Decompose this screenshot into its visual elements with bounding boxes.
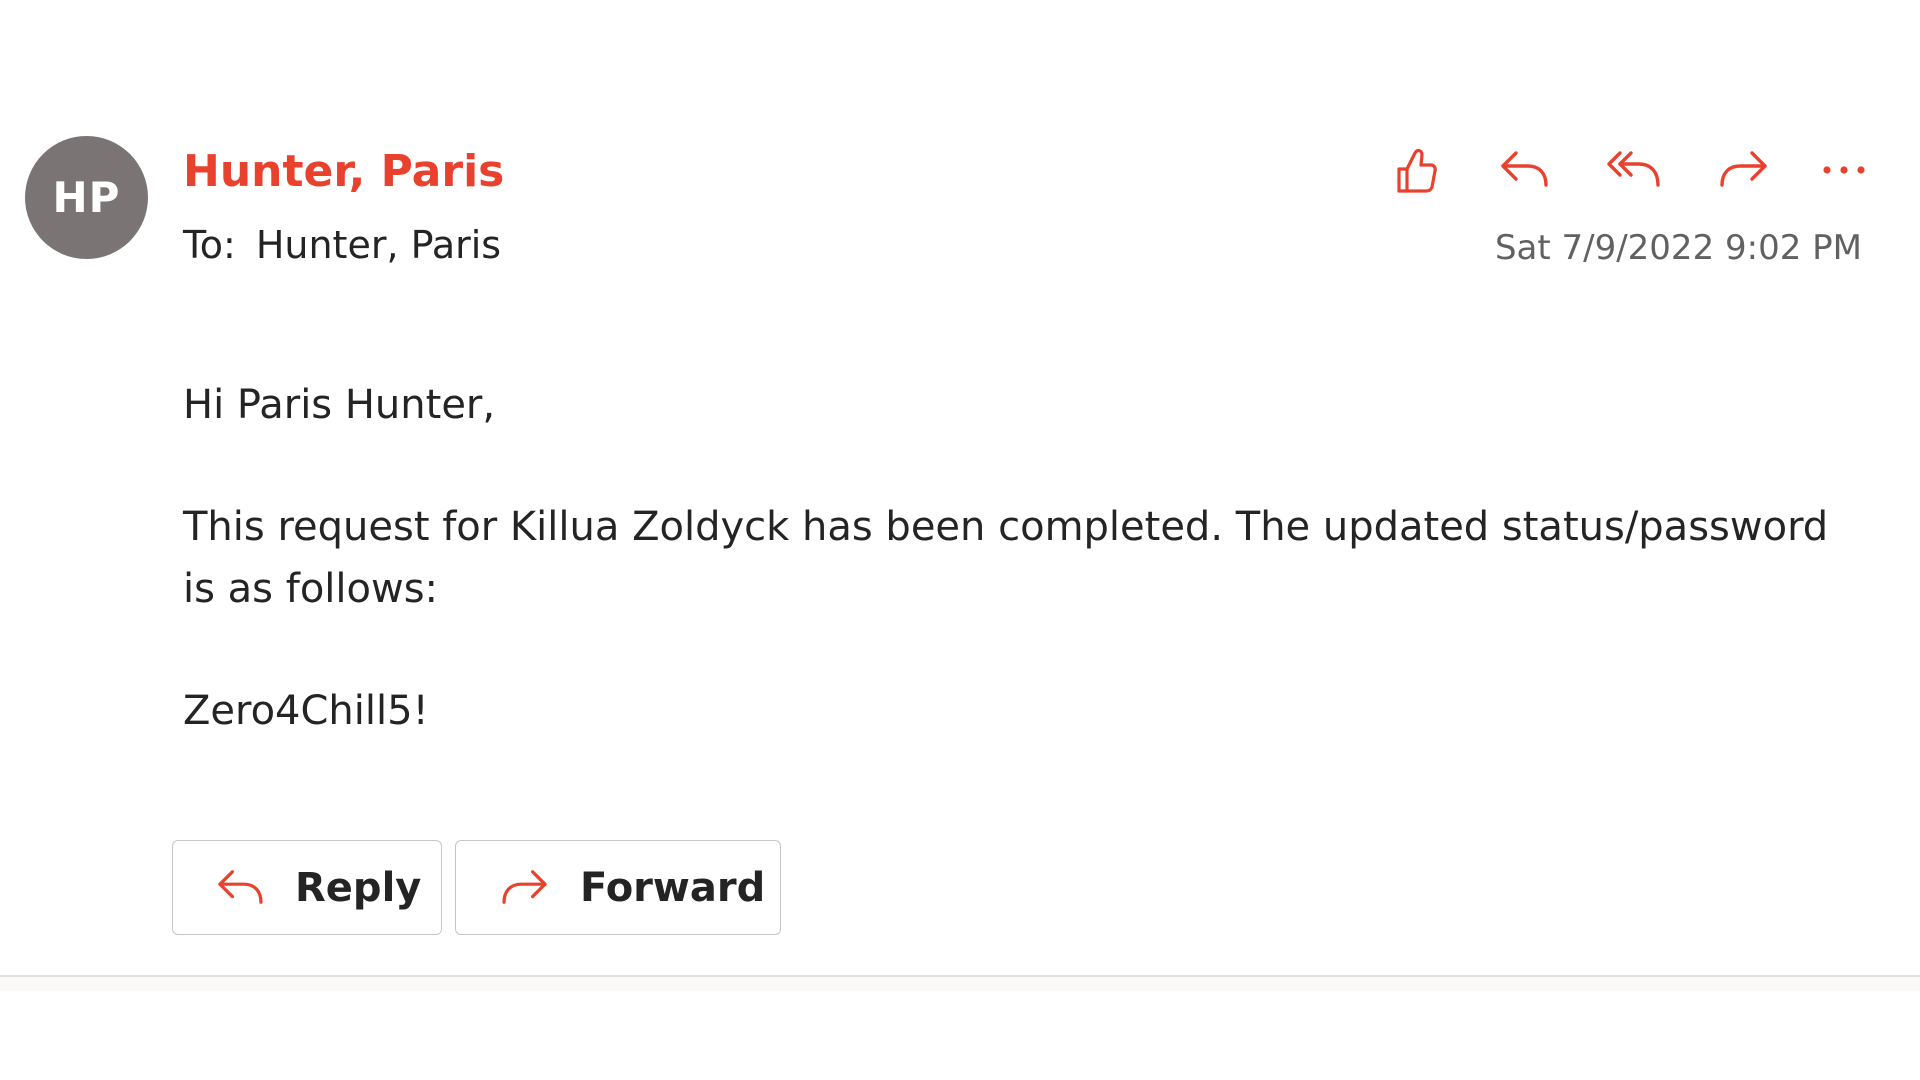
recipient-name[interactable]: Hunter, Paris: [256, 223, 501, 267]
forward-icon: [1720, 151, 1767, 187]
more-options-button[interactable]: [1808, 140, 1880, 200]
password-text: Zero4Chill5!: [183, 688, 429, 734]
forward-button[interactable]: [1708, 140, 1780, 200]
like-icon: [1397, 148, 1437, 193]
reply-label: Reply: [295, 864, 422, 911]
recipient-line: To: Hunter, Paris: [183, 222, 501, 268]
reply-all-icon: [1607, 151, 1660, 187]
message-actions-toolbar: [1360, 140, 1880, 200]
reply-icon: [218, 869, 263, 904]
message-timestamp: Sat 7/9/2022 9:02 PM: [1494, 228, 1862, 268]
body-paragraph: This request for Killua Zoldyck has been…: [183, 504, 1829, 612]
message-divider: [0, 975, 1920, 991]
to-label: To:: [183, 223, 236, 267]
reply-all-button[interactable]: [1598, 140, 1670, 200]
footer-forward-button[interactable]: Forward: [455, 840, 781, 935]
reply-button[interactable]: [1488, 140, 1560, 200]
sender-name[interactable]: Hunter, Paris: [183, 146, 504, 198]
footer-reply-button[interactable]: Reply: [172, 840, 442, 935]
like-button[interactable]: [1380, 140, 1452, 200]
email-message: HP Hunter, Paris To: Hunter, Paris Sat 7…: [0, 0, 1920, 976]
reply-icon: [1501, 151, 1548, 187]
avatar[interactable]: HP: [25, 136, 148, 259]
greeting-text: Hi Paris Hunter,: [183, 382, 496, 428]
forward-label: Forward: [580, 864, 766, 911]
message-body: Hi Paris Hunter, This request for Killua…: [183, 374, 1863, 742]
forward-icon: [502, 869, 547, 904]
avatar-initials: HP: [52, 173, 121, 222]
more-options-icon: [1823, 166, 1865, 174]
